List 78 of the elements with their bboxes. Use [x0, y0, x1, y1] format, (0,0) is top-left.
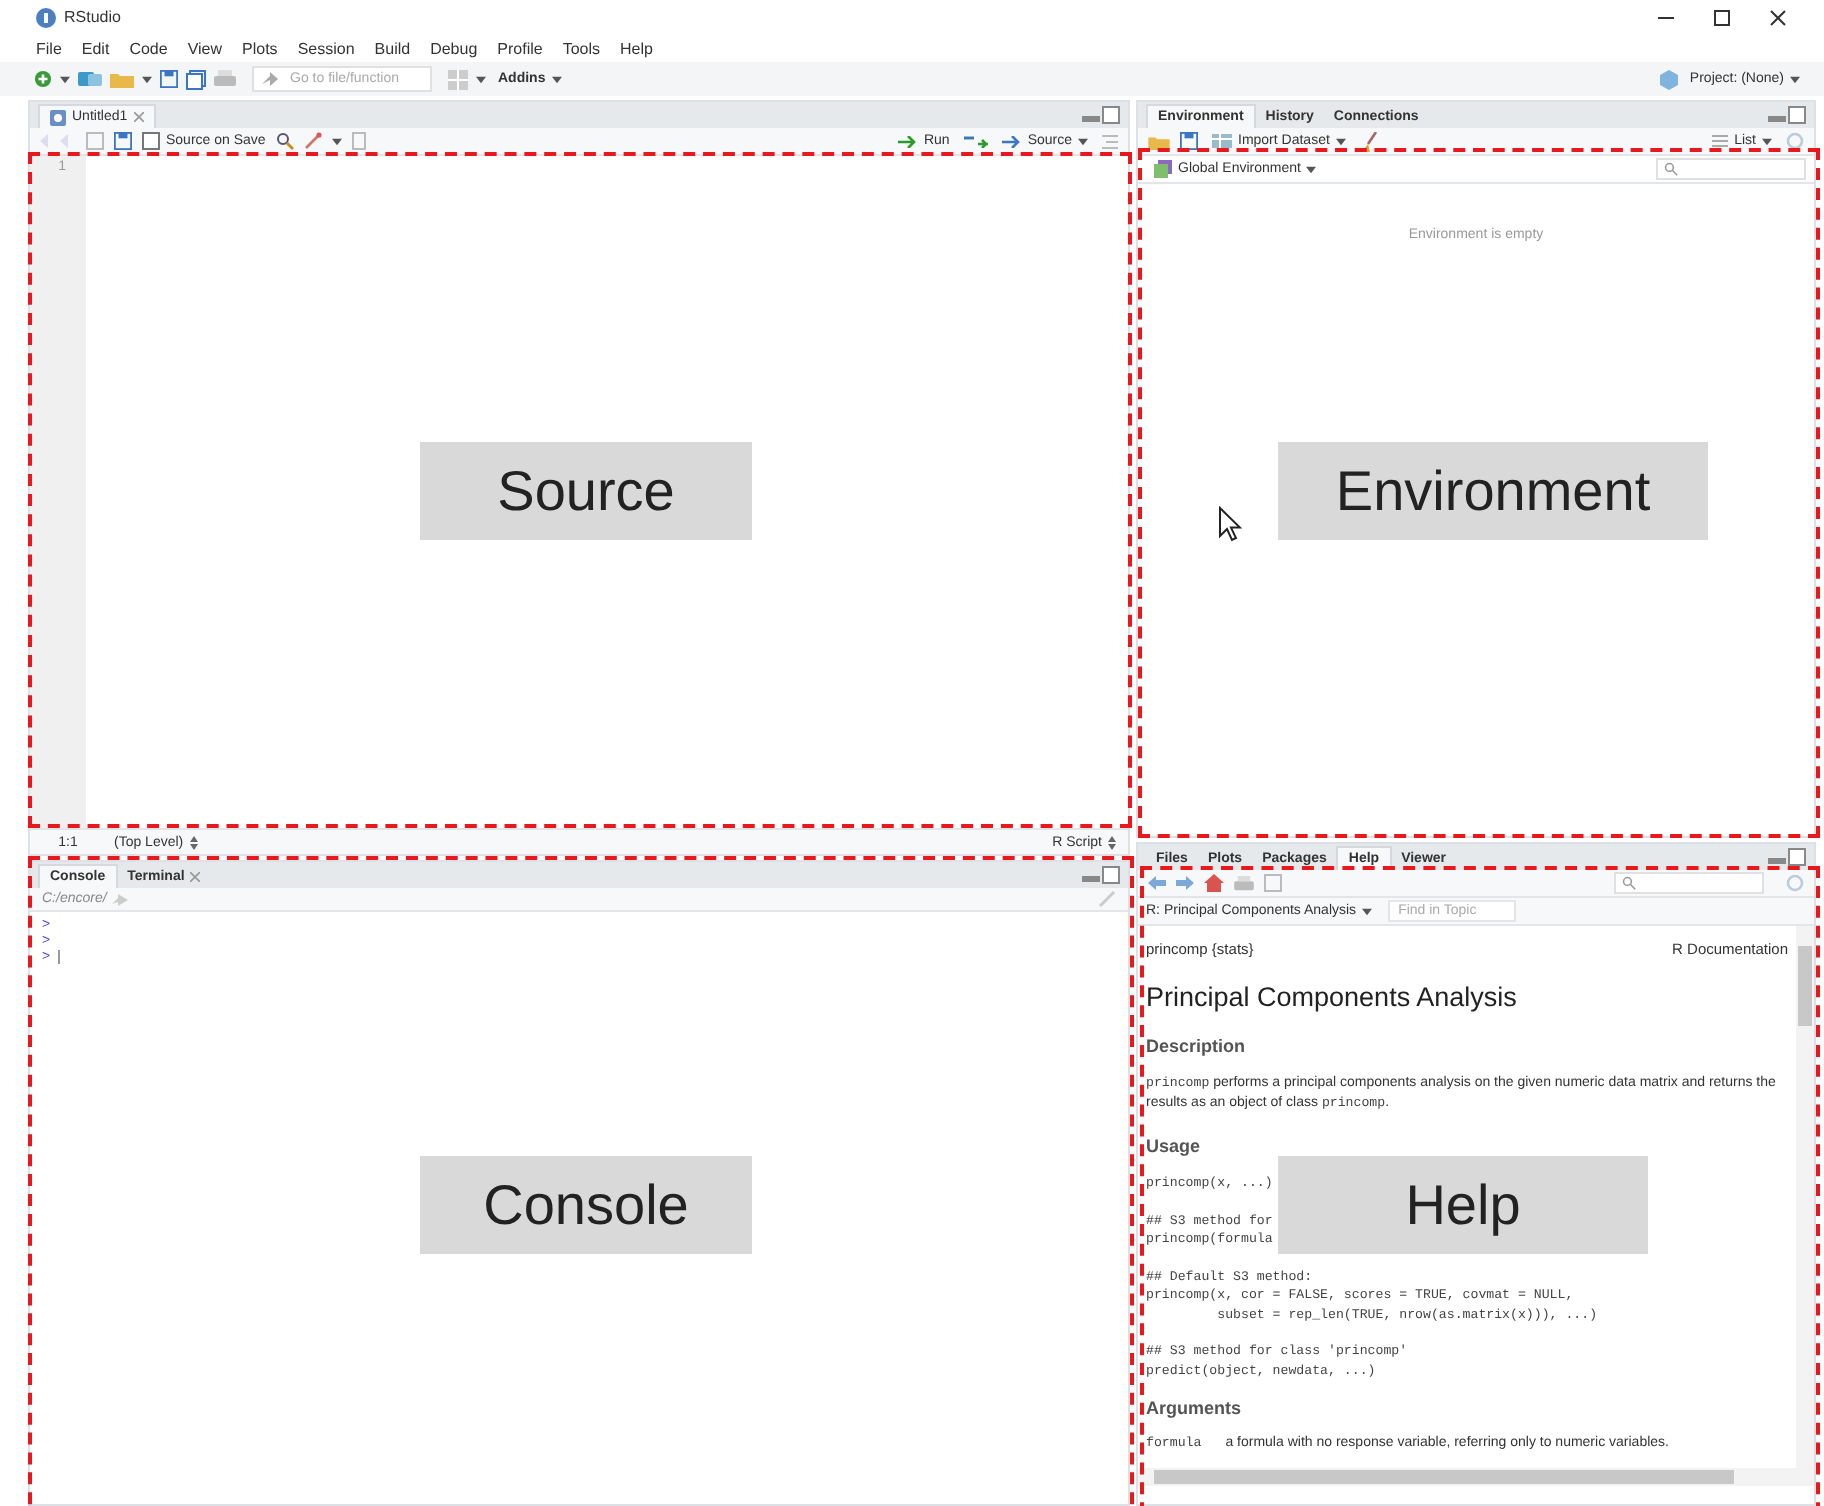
table-icon: [1212, 134, 1232, 148]
rerun-icon[interactable]: [963, 134, 988, 148]
list-icon: [1712, 134, 1729, 148]
text-cursor: [58, 949, 61, 963]
save-icon[interactable]: [114, 132, 132, 150]
caret-icon[interactable]: [60, 75, 70, 83]
maximize-icon[interactable]: [1712, 7, 1732, 27]
search-field[interactable]: [1656, 158, 1806, 180]
menu-item[interactable]: Tools: [562, 39, 601, 57]
arrow-icon: [897, 135, 918, 147]
arrow-icon: [262, 72, 278, 86]
doc-title: Principal Components Analysis: [1146, 982, 1519, 1012]
search-icon: [1664, 162, 1678, 176]
maximize-pane-icon[interactable]: [1102, 106, 1120, 124]
outline-icon[interactable]: [1102, 133, 1118, 149]
menu-item[interactable]: Edit: [81, 39, 110, 57]
forward-icon[interactable]: [1176, 876, 1194, 890]
maximize-pane-icon[interactable]: [1102, 866, 1120, 884]
caret-icon[interactable]: [142, 75, 152, 83]
caret-icon: [1078, 137, 1088, 145]
cube-icon: [1659, 69, 1678, 89]
rstudio-logo-icon: [36, 7, 56, 27]
stack-icon: [1154, 160, 1172, 178]
vertical-scrollbar[interactable]: [1796, 926, 1814, 1468]
annotation-label: Console: [420, 1156, 752, 1254]
close-icon[interactable]: [1768, 7, 1788, 27]
grid-icon[interactable]: [448, 69, 468, 89]
caret-icon: [1306, 165, 1317, 173]
menu-item[interactable]: View: [187, 39, 223, 57]
annotation-label: Help: [1278, 1156, 1648, 1254]
wand-icon[interactable]: [303, 132, 322, 150]
new-file-icon[interactable]: [34, 70, 52, 88]
caret-icon: [1362, 907, 1373, 915]
back-icon[interactable]: [1148, 876, 1166, 890]
print-icon[interactable]: [1234, 875, 1254, 891]
section-heading: Description: [1146, 1036, 1248, 1056]
arrow-icon[interactable]: [112, 893, 129, 905]
menu-item[interactable]: Build: [374, 39, 411, 57]
caret-icon: [1335, 137, 1346, 145]
arrow-icon: [1001, 135, 1022, 147]
horizontal-scrollbar[interactable]: [1138, 1468, 1814, 1486]
annotation-label: Source: [420, 442, 752, 540]
show-in-window-icon[interactable]: [1264, 874, 1282, 892]
mouse-pointer-icon: [1218, 506, 1242, 542]
save-all-icon[interactable]: [186, 69, 206, 89]
caret-icon: [1790, 75, 1800, 83]
caret-icon[interactable]: [476, 75, 486, 83]
page-icon[interactable]: [351, 132, 366, 150]
menu-item[interactable]: Code: [129, 39, 168, 57]
menu-item[interactable]: Session: [297, 39, 355, 57]
refresh-icon[interactable]: [1786, 132, 1804, 150]
checkbox[interactable]: [142, 132, 160, 150]
section-heading: Arguments: [1146, 1398, 1244, 1418]
search-field[interactable]: [1614, 872, 1764, 894]
project-icon[interactable]: [78, 70, 102, 88]
section-heading: Usage: [1146, 1136, 1203, 1156]
maximize-pane-icon[interactable]: [1788, 106, 1806, 124]
show-in-window-icon[interactable]: [86, 132, 104, 150]
search-icon: [1622, 876, 1636, 890]
caret-icon: [551, 75, 562, 83]
home-icon[interactable]: [1204, 874, 1224, 892]
folder-icon[interactable]: [1148, 133, 1170, 149]
menu-item[interactable]: File: [36, 39, 62, 57]
window-title: RStudio: [64, 8, 121, 26]
menu-item[interactable]: Help: [620, 39, 653, 57]
save-icon[interactable]: [1180, 132, 1198, 150]
print-icon[interactable]: [214, 70, 236, 88]
annotation-label: Environment: [1278, 442, 1708, 540]
menu-item[interactable]: Plots: [242, 39, 278, 57]
caret-icon[interactable]: [331, 137, 342, 145]
up-down-arrows-icon: [189, 835, 198, 849]
menu-item[interactable]: Profile: [497, 39, 543, 57]
caret-icon: [1762, 137, 1772, 145]
save-icon[interactable]: [160, 70, 178, 88]
maximize-pane-icon[interactable]: [1788, 848, 1806, 866]
up-down-arrows-icon: [1108, 835, 1116, 849]
menu-item[interactable]: Debug: [430, 39, 478, 57]
search-icon[interactable]: [275, 132, 294, 150]
